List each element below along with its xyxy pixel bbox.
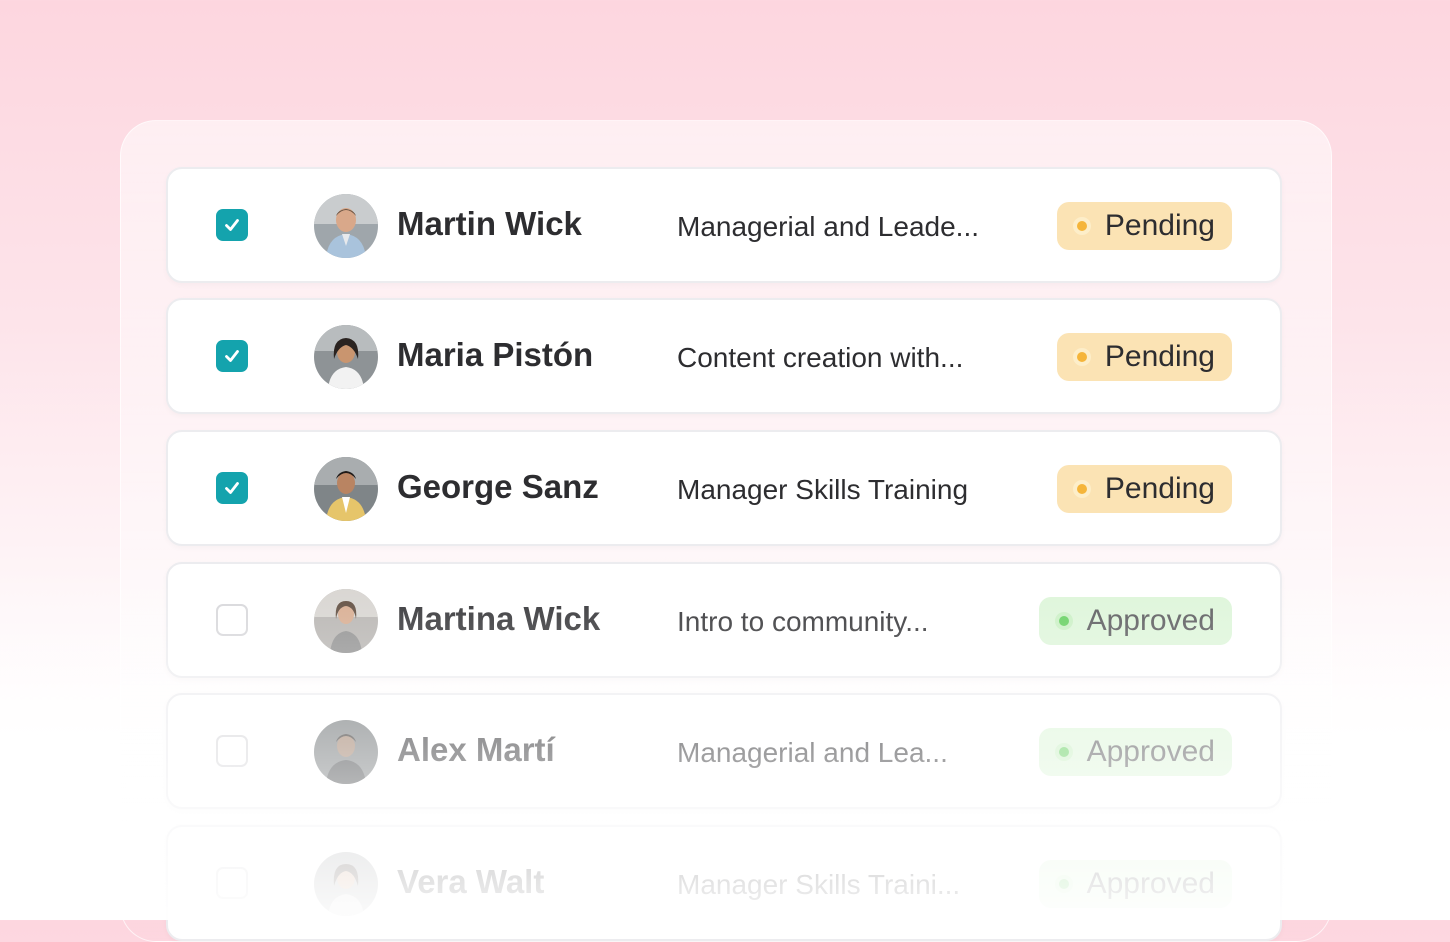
course-title: Content creation with... [677, 342, 964, 373]
row-checkbox[interactable] [216, 340, 248, 372]
row-checkbox[interactable] [216, 209, 248, 241]
avatar [314, 325, 378, 389]
status-dot-icon [1072, 348, 1091, 366]
avatar [314, 852, 378, 916]
person-name: Martina Wick [397, 600, 601, 637]
check-icon [225, 482, 239, 494]
status-label: Approved [1086, 604, 1215, 637]
status-badge: Approved [1038, 728, 1232, 776]
status-badge: Approved [1038, 860, 1232, 908]
status-label: Pending [1104, 472, 1215, 505]
course-title: Manager Skills Training [677, 474, 969, 505]
avatar [314, 457, 378, 521]
status-dot-icon [1054, 743, 1073, 761]
person-name: Alex Martí [397, 731, 555, 768]
status-badge: Pending [1056, 465, 1232, 513]
status-label: Pending [1104, 209, 1215, 242]
row-checkbox[interactable] [216, 867, 248, 899]
course-title: Manager Skills Traini... [677, 869, 961, 900]
person-name: George Sanz [397, 468, 599, 505]
status-badge: Approved [1038, 597, 1232, 645]
row-checkbox[interactable] [216, 472, 248, 504]
person-name: Maria Pistón [397, 336, 594, 373]
course-title: Managerial and Lea... [677, 737, 948, 768]
avatar [314, 194, 378, 258]
row-checkbox[interactable] [216, 735, 248, 767]
list-item[interactable]: Alex Martí Managerial and Lea... Approve… [166, 693, 1282, 809]
list-item[interactable]: Martina Wick Intro to community... Appro… [166, 562, 1282, 678]
person-name: Martin Wick [397, 205, 582, 242]
list-item[interactable]: Maria Pistón Content creation with... Pe… [166, 298, 1282, 414]
course-title: Intro to community... [677, 606, 929, 637]
list-item[interactable]: Vera Walt Manager Skills Traini... Appro… [166, 825, 1282, 941]
status-label: Pending [1104, 340, 1215, 373]
list-item[interactable]: George Sanz Manager Skills Training Pend… [166, 430, 1282, 546]
row-checkbox[interactable] [216, 604, 248, 636]
check-icon [225, 350, 239, 362]
avatar [314, 720, 378, 784]
status-dot-icon [1072, 217, 1091, 235]
status-dot-icon [1054, 612, 1073, 630]
avatar [314, 589, 378, 653]
status-label: Approved [1086, 735, 1215, 768]
status-dot-icon [1072, 480, 1091, 498]
status-badge: Pending [1056, 333, 1232, 381]
status-badge: Pending [1056, 202, 1232, 250]
person-name: Vera Walt [397, 863, 545, 900]
check-icon [225, 219, 239, 231]
list-item[interactable]: Martin Wick Managerial and Leade... Pend… [166, 167, 1282, 283]
status-label: Approved [1086, 867, 1215, 900]
status-dot-icon [1054, 875, 1073, 893]
course-title: Managerial and Leade... [677, 211, 979, 242]
